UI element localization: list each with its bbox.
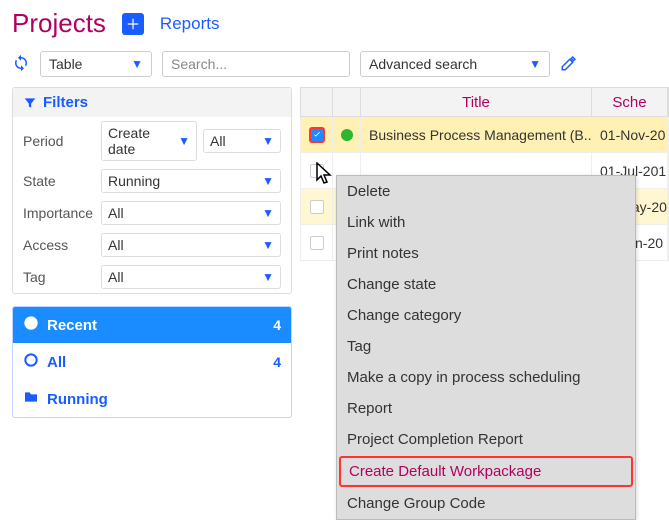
chevron-down-icon: ▼ xyxy=(262,238,274,252)
chevron-down-icon: ▼ xyxy=(178,134,190,148)
pencil-icon xyxy=(560,54,578,72)
search-input-wrapper[interactable] xyxy=(162,51,350,77)
context-menu-item[interactable]: Tag xyxy=(337,331,635,362)
page-title: Projects xyxy=(12,8,106,39)
header-title[interactable]: Title xyxy=(361,88,592,116)
context-menu-item[interactable]: Create Default Workpackage xyxy=(339,456,633,487)
folder-icon xyxy=(23,389,39,409)
row-checkbox[interactable] xyxy=(301,225,333,260)
context-menu-item[interactable]: Print notes xyxy=(337,238,635,269)
filters-panel: Filters PeriodCreate date▼All▼StateRunni… xyxy=(12,87,292,294)
chevron-down-icon: ▼ xyxy=(262,134,274,148)
filter-label: Period xyxy=(23,133,95,149)
header-status-col xyxy=(333,88,361,116)
filter-select-tag[interactable]: All▼ xyxy=(101,265,281,289)
advanced-search-select[interactable]: Advanced search ▼ xyxy=(360,51,550,77)
chevron-down-icon: ▼ xyxy=(262,174,274,188)
context-menu-item[interactable]: Change state xyxy=(337,269,635,300)
refresh-icon xyxy=(12,54,30,72)
context-menu-item[interactable]: Delete xyxy=(337,176,635,207)
refresh-button[interactable] xyxy=(12,54,30,75)
table-row[interactable]: Business Process Management (B...01-Nov-… xyxy=(300,117,669,153)
filter-icon xyxy=(23,96,37,110)
header-scheduled[interactable]: Sche xyxy=(592,88,668,116)
filter-row-access: Access All▼ xyxy=(13,229,291,261)
filter-label: State xyxy=(23,173,95,189)
filters-header[interactable]: Filters xyxy=(13,88,291,117)
row-title: Business Process Management (B... xyxy=(361,117,592,152)
filter-row-state: State Running▼ xyxy=(13,165,291,197)
row-checkbox[interactable] xyxy=(301,189,333,224)
view-select[interactable]: Table ▼ xyxy=(40,51,152,77)
row-scheduled: 01-Nov-20 xyxy=(592,117,668,152)
filter-select-importance[interactable]: All▼ xyxy=(101,201,281,225)
context-menu-item[interactable]: Change Group Code xyxy=(337,488,635,519)
filter-select-period[interactable]: All▼ xyxy=(203,129,281,153)
chevron-down-icon: ▼ xyxy=(529,57,541,71)
plus-icon xyxy=(126,17,140,31)
filter-row-importance: Importance All▼ xyxy=(13,197,291,229)
filter-label: Importance xyxy=(23,205,95,221)
row-status xyxy=(333,117,361,152)
filter-select-access[interactable]: All▼ xyxy=(101,233,281,257)
context-menu-item[interactable]: Change category xyxy=(337,300,635,331)
chevron-down-icon: ▼ xyxy=(262,206,274,220)
context-menu-item[interactable]: Project Completion Report xyxy=(337,424,635,455)
add-button[interactable] xyxy=(122,13,144,35)
filter-row-period: Period Create date▼All▼ xyxy=(13,117,291,165)
chevron-down-icon: ▼ xyxy=(262,270,274,284)
context-menu-item[interactable]: Make a copy in process scheduling xyxy=(337,362,635,393)
row-checkbox[interactable] xyxy=(301,153,333,188)
nav-panel: Recent4All4Running xyxy=(12,306,292,418)
nav-item-running[interactable]: Running xyxy=(13,381,291,417)
view-value: Table xyxy=(49,56,82,72)
edit-search-button[interactable] xyxy=(560,54,578,75)
nav-item-recent[interactable]: Recent4 xyxy=(13,307,291,343)
search-input[interactable] xyxy=(171,56,341,72)
context-menu-item[interactable]: Report xyxy=(337,393,635,424)
circle-icon xyxy=(23,352,39,372)
filter-row-tag: Tag All▼ xyxy=(13,261,291,293)
clock-icon xyxy=(23,315,39,335)
context-menu: DeleteLink withPrint notesChange stateCh… xyxy=(336,175,636,520)
status-dot-icon xyxy=(341,129,353,141)
filter-select-period-1[interactable]: Create date▼ xyxy=(101,121,197,161)
table-header: Title Sche xyxy=(300,87,669,117)
reports-link[interactable]: Reports xyxy=(160,14,220,34)
filter-label: Tag xyxy=(23,269,95,285)
header-checkbox-col xyxy=(301,88,333,116)
context-menu-item[interactable]: Link with xyxy=(337,207,635,238)
filter-select-state[interactable]: Running▼ xyxy=(101,169,281,193)
row-checkbox[interactable] xyxy=(301,117,333,152)
advanced-search-label: Advanced search xyxy=(369,56,477,72)
chevron-down-icon: ▼ xyxy=(131,57,143,71)
nav-item-all[interactable]: All4 xyxy=(13,344,291,380)
filter-label: Access xyxy=(23,237,95,253)
